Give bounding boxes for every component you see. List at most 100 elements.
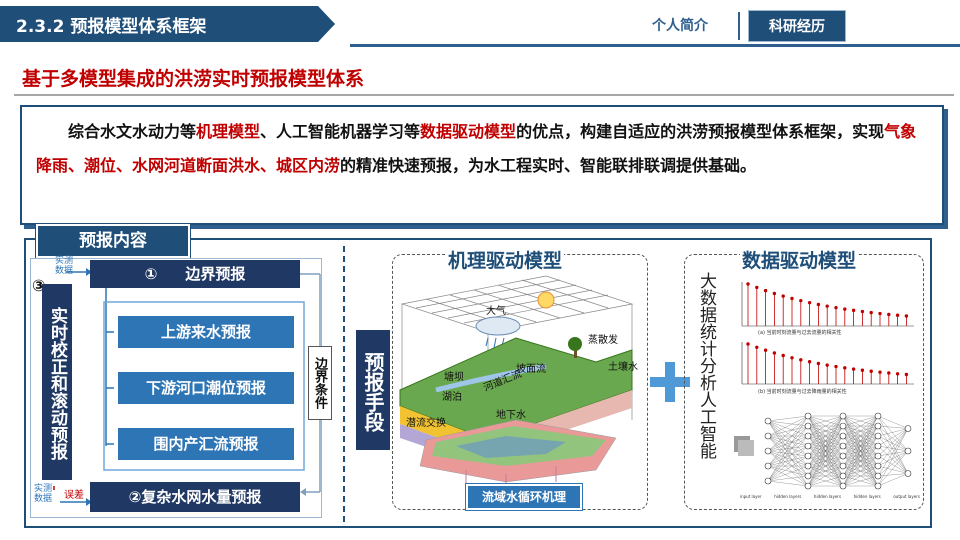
nn-node [874,442,882,450]
stem-point [904,314,909,318]
nn-node [839,482,847,490]
stem-point [746,282,750,286]
nav-research-experience[interactable]: 科研经历 [748,10,846,42]
nn-node [804,442,812,450]
stem-point [772,351,777,355]
nn-node [839,462,847,470]
stem-point [772,291,777,296]
nn-edge [877,425,909,429]
nn-node [764,462,772,470]
stem-point [781,294,785,298]
stem-point [851,367,856,371]
stem-point [869,310,873,315]
nn-edge [877,415,909,429]
intro-paragraph: 综合水文水动力等机理模型、人工智能机器学习等数据驱动模型的优点，构建自适应的洪涝… [36,122,917,175]
nn-edge [877,415,909,452]
stem-point [843,307,847,311]
measured-data-top: 实测 数据 [54,256,73,276]
stem-point [878,311,882,316]
nn-node [839,412,847,420]
nn-edge [767,480,809,487]
stem-point [869,369,873,373]
boundary-forecast-box[interactable]: ① 边界预报 [90,260,300,288]
nn-edge [767,425,809,467]
label-atmosphere: 大气 [486,306,506,317]
stem-point [843,366,847,370]
nn-edge [767,415,809,422]
stem-point [878,370,882,374]
nn-edge [767,415,809,452]
nn-node [904,447,912,455]
downstream-tide-forecast[interactable]: 下游河口潮位预报 [118,372,294,404]
nn-node [874,472,882,480]
nn-edge [877,473,909,477]
nn-node [764,477,772,485]
nn-edge [767,445,809,467]
nn-node [904,470,912,477]
nn-label-output: output layers [893,494,920,499]
stem-point [834,305,838,310]
nn-label-hidden-1: hidden layers [774,494,802,499]
marker-1: ① [144,265,158,283]
stem-point [807,360,812,364]
nn-node [839,422,847,430]
nn-node [839,442,847,450]
ai-statistics-vertical-text: 大数据统计分析人工智能 [696,272,716,459]
label-evapotranspiration: 蒸散发 [588,335,618,346]
stem-point [895,372,900,376]
nn-node [804,432,812,440]
nn-node [804,482,812,490]
label-overland-flow: 坡面流 [516,364,546,375]
forecast-method-label: 预报手段 [356,330,390,450]
nn-label-hidden-2: hidden layers [813,494,842,499]
stem-point [790,356,794,360]
correlation-caption-b: (b) 当前时刻流量与过去降雨量的相关性 [758,389,847,395]
nav-divider [738,12,740,40]
nn-layer-labels: input layer hidden layers hidden layers … [740,494,920,499]
label-hyporheic-exchange: 潜流交换 [406,418,446,429]
nn-edge [877,473,909,487]
label-lake: 湖泊 [442,392,462,403]
nn-node [804,452,812,460]
water-cycle-illustration [399,275,634,490]
nn-node [874,452,882,460]
nn-node [839,472,847,480]
nn-edge [877,425,909,474]
nn-edge [767,425,809,482]
nn-node [874,422,882,430]
stem-point [834,364,838,369]
error-label: 误差 [64,490,84,501]
water-cycle-caption: 流域水循环机理 [466,484,582,510]
stem-point [763,348,768,352]
stem-point [825,304,829,308]
stem-point [825,363,829,367]
nav-personal-intro[interactable]: 个人简介 [630,10,730,42]
stem-point [755,345,759,349]
stem-point [895,313,900,317]
nn-node [874,412,882,420]
label-pond-dam: 塘坝 [444,372,464,383]
upstream-inflow-forecast[interactable]: 上游来水预报 [118,316,294,348]
stem-point [799,298,803,303]
stem-point [755,285,759,290]
nn-node [874,462,882,470]
stem-point [887,371,891,375]
data-driven-model-title: 数据驱动模型 [740,246,859,273]
stem-point [763,288,768,293]
stem-point [887,312,891,317]
stem-point [816,361,821,366]
stem-point [790,296,794,301]
nn-node [764,432,772,440]
realtime-correction-box[interactable]: 实时校正和滚动预报 [42,284,72,480]
internal-runoff-forecast[interactable]: 围内产汇流预报 [118,428,294,460]
nn-node [904,425,912,432]
nn-edge [877,428,909,477]
complex-network-forecast-box[interactable]: ②复杂水网水量预报 [90,482,300,512]
stem-point [904,372,909,377]
nn-node [874,482,882,490]
nn-edge [767,465,809,482]
nav-underline [350,44,960,47]
nn-edge [767,415,809,482]
nn-label-input: input layer [740,494,762,499]
nn-edge [877,450,909,487]
